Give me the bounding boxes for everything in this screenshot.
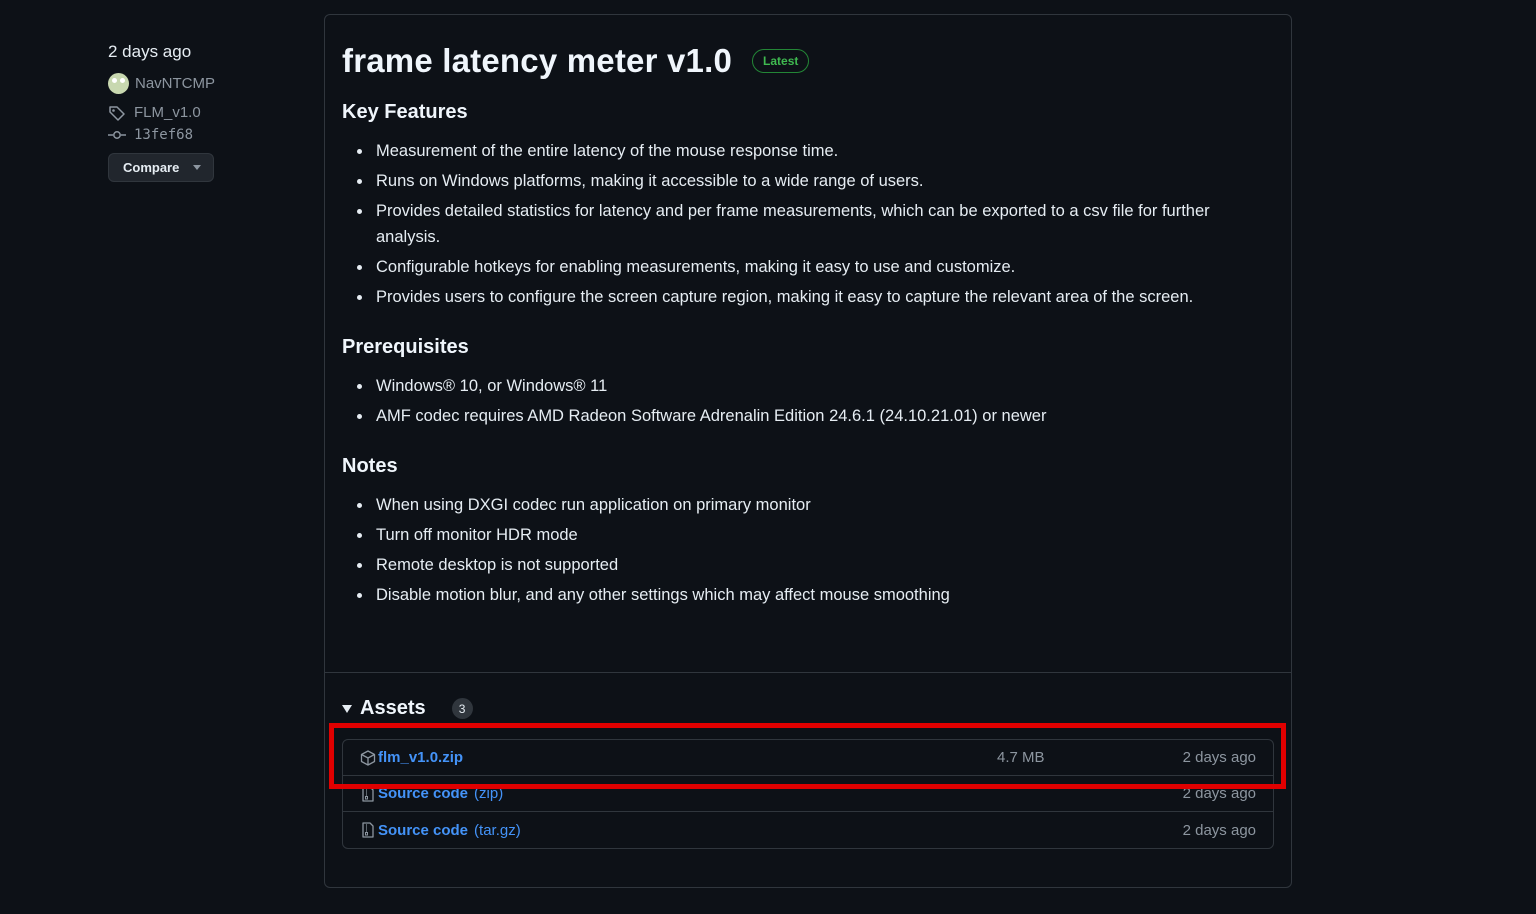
key-features-list: Measurement of the entire latency of the… [342, 138, 1274, 310]
compare-button[interactable]: Compare [108, 153, 215, 182]
release-meta: 2 days ago NavNTCMP FLM_v1.0 13fef68 Com… [108, 40, 308, 182]
list-item: Configurable hotkeys for enabling measur… [342, 254, 1274, 280]
source-targz-link[interactable]: Source code (tar.gz) [360, 822, 521, 839]
author-link[interactable]: NavNTCMP [108, 73, 308, 94]
list-item: Measurement of the entire latency of the… [342, 138, 1274, 164]
list-item: Runs on Windows platforms, making it acc… [342, 168, 1274, 194]
notes-list: When using DXGI codec run application on… [342, 492, 1274, 608]
file-zip-icon [362, 785, 374, 802]
release-title[interactable]: frame latency meter v1.0 [342, 42, 732, 80]
release-page: 2 days ago NavNTCMP FLM_v1.0 13fef68 Com… [0, 0, 1536, 914]
asset-row: Source code (zip) 2 days ago [343, 776, 1273, 812]
tag-icon [109, 105, 125, 121]
list-item: Remote desktop is not supported [342, 552, 1274, 578]
file-zip-icon [362, 822, 374, 838]
notes-heading: Notes [342, 455, 398, 477]
assets-toggle[interactable]: Assets 3 [342, 697, 473, 720]
asset-date: 2 days ago [1182, 821, 1256, 839]
commit-sha: 13fef68 [134, 127, 194, 143]
release-card: frame latency meter v1.0 Latest Key Feat… [324, 14, 1292, 888]
author-name: NavNTCMP [135, 75, 216, 92]
asset-ext: (tar.gz) [474, 821, 521, 839]
asset-name: flm_v1.0.zip [378, 749, 464, 766]
assets-list: flm_v1.0.zip 4.7 MB 2 days ago Source co… [342, 739, 1274, 849]
asset-name: Source code [378, 785, 469, 802]
tag-name: FLM_v1.0 [134, 104, 201, 121]
list-item: Windows® 10, or Windows® 11 [342, 373, 1274, 399]
asset-date: 2 days ago [1182, 785, 1256, 802]
asset-row: Source code (tar.gz) 2 days ago [343, 812, 1273, 848]
list-item: Turn off monitor HDR mode [342, 522, 1274, 548]
avatar [108, 73, 129, 94]
compare-label: Compare [123, 160, 180, 175]
prerequisites-list: Windows® 10, or Windows® 11 AMF codec re… [342, 373, 1274, 429]
divider [325, 672, 1291, 673]
asset-date: 2 days ago [1182, 749, 1256, 766]
list-item: Provides detailed statistics for latency… [342, 198, 1274, 250]
latest-badge: Latest [752, 49, 810, 73]
asset-download-link[interactable]: flm_v1.0.zip [360, 749, 463, 766]
list-item: Provides users to configure the screen c… [342, 284, 1274, 310]
asset-name: Source code [378, 821, 469, 839]
key-features-heading: Key Features [342, 101, 468, 123]
commit-icon [108, 131, 126, 139]
assets-title: Assets [360, 697, 426, 719]
list-item: Disable motion blur, and any other setti… [342, 582, 1274, 608]
source-zip-link[interactable]: Source code (zip) [360, 785, 503, 802]
commit-link[interactable]: 13fef68 [108, 127, 308, 143]
asset-row: flm_v1.0.zip 4.7 MB 2 days ago [343, 740, 1273, 776]
release-header: frame latency meter v1.0 Latest [342, 39, 1274, 83]
asset-size: 4.7 MB [997, 749, 1045, 766]
chevron-down-icon [193, 165, 202, 170]
assets-count-badge: 3 [451, 698, 473, 719]
list-item: AMF codec requires AMD Radeon Software A… [342, 403, 1274, 429]
list-item: When using DXGI codec run application on… [342, 492, 1274, 518]
triangle-down-icon [342, 704, 352, 713]
release-date: 2 days ago [108, 42, 192, 61]
tag-link[interactable]: FLM_v1.0 [108, 104, 308, 121]
package-icon [360, 749, 376, 766]
prerequisites-heading: Prerequisites [342, 336, 469, 358]
asset-ext: (zip) [474, 785, 504, 802]
